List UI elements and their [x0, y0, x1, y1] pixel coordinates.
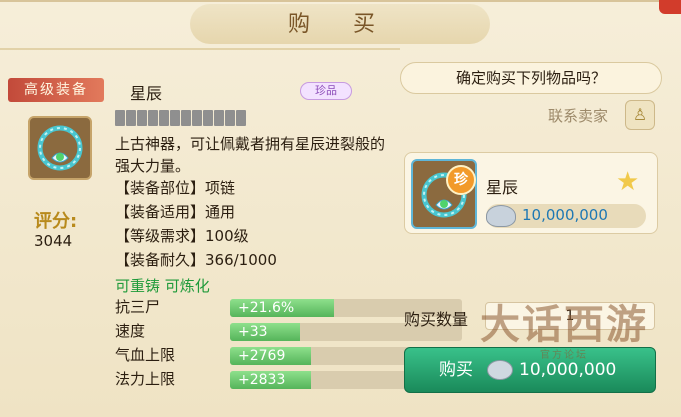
- buy-label: 购买: [439, 360, 473, 380]
- item-description: 上古神器，可让佩戴者拥有星辰进裂般的强大力量。: [115, 135, 386, 175]
- stat-label: 抗三尸: [115, 298, 161, 316]
- price: 10,000,000: [522, 206, 608, 224]
- close-icon[interactable]: [659, 0, 681, 14]
- gem-slot: [236, 110, 246, 126]
- stat-label: 气血上限: [115, 346, 176, 364]
- remake-status: 可重铸 可炼化: [115, 277, 210, 295]
- stat-row: 抗三尸 +21.6%: [115, 296, 462, 318]
- gem-slot: [159, 110, 169, 126]
- stat-label: 速度: [115, 322, 146, 340]
- stat-value: +2833: [238, 372, 286, 388]
- gem-slot: [170, 110, 180, 126]
- gem-slot: [225, 110, 235, 126]
- rarity-badge: 珍: [446, 165, 476, 195]
- necklace-icon[interactable]: [28, 116, 92, 180]
- attribute-row: 【装备适用】通用: [115, 203, 236, 221]
- score-label: 评分:: [34, 211, 78, 232]
- silver-ingot-icon: [487, 360, 513, 380]
- gem-slot: [148, 110, 158, 126]
- window-title: 购 买: [288, 12, 393, 37]
- stat-value: +2769: [238, 348, 286, 364]
- gem-slot: [214, 110, 224, 126]
- contact-seller-link[interactable]: 联系卖家: [548, 105, 608, 126]
- watermark-logo: 大话西游 官方论坛: [480, 292, 670, 362]
- gem-slot: [137, 110, 147, 126]
- gem-slot-bar: [115, 110, 246, 126]
- gem-slot: [192, 110, 202, 126]
- star-icon[interactable]: ★: [616, 167, 639, 197]
- attribute-list: 【装备部位】项链 【装备适用】通用 【等级需求】100级 【装备耐久】366/1…: [115, 176, 277, 272]
- quantity-label: 购买数量: [404, 310, 469, 329]
- stat-row: 气血上限 +2769: [115, 344, 462, 366]
- stat-row: 速度 +33: [115, 320, 462, 342]
- stat-value: +21.6%: [238, 300, 295, 316]
- attribute-row: 【装备耐久】366/1000: [115, 251, 277, 269]
- item-name: 星辰: [130, 84, 163, 103]
- stat-value: +33: [238, 324, 268, 340]
- stat-row: 法力上限 +2833: [115, 368, 462, 390]
- gem-slot: [126, 110, 136, 126]
- attribute-row: 【装备部位】项链: [115, 179, 236, 197]
- gem-slot: [203, 110, 213, 126]
- goods-name: 星辰: [486, 178, 519, 197]
- confirm-prompt: 确定购买下列物品吗？: [400, 62, 662, 94]
- score-value: 3044: [34, 232, 73, 250]
- rarity-tag: 珍品: [300, 82, 352, 100]
- silver-ingot-icon: [486, 205, 516, 227]
- grade-badge: 高级装备: [8, 78, 104, 102]
- watermark-sub: 官方论坛: [540, 350, 588, 361]
- divider: [0, 48, 400, 50]
- gem-slot: [115, 110, 125, 126]
- seller-icon[interactable]: ♙: [625, 100, 655, 130]
- stat-label: 法力上限: [115, 370, 176, 388]
- watermark-main: 大话西游: [480, 301, 648, 348]
- attribute-row: 【等级需求】100级: [115, 227, 249, 245]
- gem-slot: [181, 110, 191, 126]
